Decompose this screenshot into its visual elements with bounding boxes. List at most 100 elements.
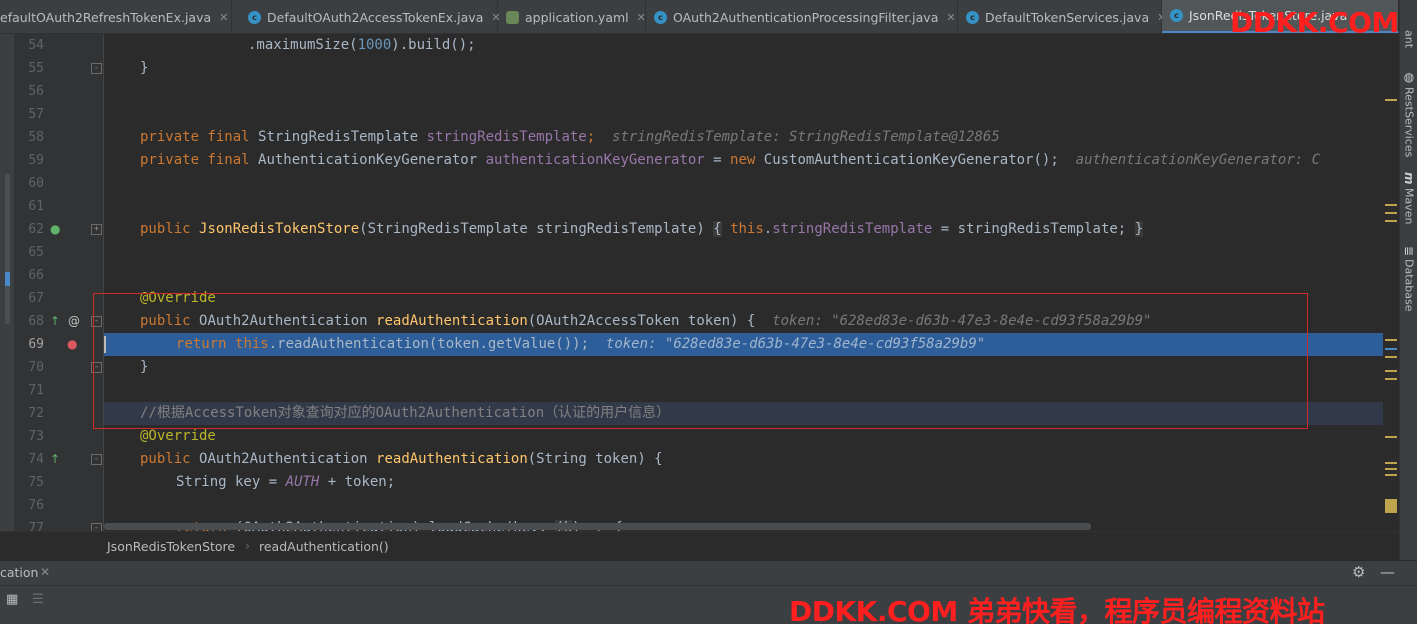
- fold-marker-icon[interactable]: -: [91, 63, 102, 74]
- tab-label: DefaultOAuth2AccessTokenEx.java: [267, 9, 484, 25]
- stripe-marker: [1385, 99, 1397, 101]
- left-strip-marker: [5, 272, 10, 286]
- tab-label: application.yaml: [525, 9, 629, 25]
- close-icon[interactable]: ✕: [219, 11, 228, 24]
- chevron-right-icon: ›: [245, 538, 250, 553]
- tool-window-maven[interactable]: m Maven: [1400, 172, 1417, 230]
- maven-icon: m: [1402, 172, 1416, 185]
- tab-default-oauth2-access-token-ex[interactable]: c DefaultOAuth2AccessTokenEx.java ✕: [240, 0, 501, 33]
- stripe-marker: [1385, 436, 1397, 438]
- line-number: 72: [28, 406, 44, 421]
- line-number: 61: [28, 199, 44, 214]
- yaml-icon: [506, 10, 519, 24]
- line-number: 60: [28, 176, 44, 191]
- folded-block-close: }: [1134, 221, 1144, 237]
- inline-debug-value: stringRedisTemplate: StringRedisTemplate…: [612, 129, 1000, 145]
- stripe-marker: [1385, 356, 1397, 358]
- fold-marker-icon[interactable]: -: [91, 454, 102, 465]
- breadcrumb: JsonRedisTokenStore › readAuthentication…: [0, 531, 1399, 560]
- line-number: 68: [28, 314, 44, 329]
- tab-label: efaultOAuth2RefreshTokenEx.java: [0, 9, 212, 25]
- tab-label: DefaultTokenServices.java: [985, 9, 1150, 25]
- stripe-marker: [1385, 204, 1397, 206]
- breadcrumb-item[interactable]: readAuthentication(): [259, 539, 389, 554]
- code-line: }: [140, 60, 149, 76]
- tool-window-database[interactable]: ≣ Database: [1400, 246, 1417, 318]
- line-number: 65: [28, 245, 44, 260]
- breadcrumb-item[interactable]: JsonRedisTokenStore: [107, 539, 235, 554]
- class-icon: c: [966, 10, 979, 24]
- close-icon[interactable]: ✕: [40, 565, 50, 579]
- left-strip-marker: [5, 174, 10, 324]
- line-number: 66: [28, 268, 44, 283]
- right-tool-strip: ant ◍ RestServices m Maven ≣ Database: [1399, 0, 1417, 560]
- highlight-box: [93, 293, 1308, 429]
- breakpoint-icon[interactable]: ●: [67, 336, 77, 352]
- annotation-at-icon[interactable]: @: [68, 313, 80, 329]
- line-number: 55: [28, 61, 44, 76]
- line-number: 73: [28, 429, 44, 444]
- line-number: 54: [28, 38, 44, 53]
- line-number: 71: [28, 383, 44, 398]
- line-number: 56: [28, 84, 44, 99]
- tab-default-oauth2-refresh-token-ex[interactable]: efaultOAuth2RefreshTokenEx.java ✕: [0, 0, 232, 33]
- left-tool-strip: [0, 34, 14, 531]
- tab-oauth2-authentication-processing-filter[interactable]: c OAuth2AuthenticationProcessingFilter.j…: [646, 0, 958, 33]
- tool-window-rest-services[interactable]: ◍ RestServices: [1400, 70, 1417, 158]
- panel-tab-title[interactable]: cation: [0, 565, 38, 580]
- code-line: public OAuth2Authentication readAuthenti…: [140, 451, 663, 467]
- code-line: String key = AUTH + token;: [176, 474, 396, 490]
- editor-tab-bar: efaultOAuth2RefreshTokenEx.java ✕ c Defa…: [0, 0, 1399, 34]
- close-icon[interactable]: ✕: [946, 11, 955, 24]
- line-number: 59: [28, 153, 44, 168]
- watermark-bottom: DDKK.COM 弟弟快看，程序员编程资料站: [789, 595, 1325, 624]
- stripe-marker: [1385, 370, 1397, 372]
- watermark-top: DDKK.COM: [1230, 6, 1399, 39]
- stripe-marker: [1385, 462, 1397, 464]
- stripe-marker: [1385, 378, 1397, 380]
- fold-marker-icon[interactable]: +: [91, 224, 102, 235]
- line-number: 62: [28, 222, 44, 237]
- code-line: .maximumSize(1000).build();: [248, 37, 476, 53]
- minimize-icon[interactable]: —: [1380, 563, 1395, 581]
- editor-gutter: 54 55 56 57 58 59 60 61 62 65 66 67 68 6…: [0, 34, 104, 536]
- code-editor[interactable]: .maximumSize(1000).build(); } private fi…: [104, 34, 1399, 531]
- close-icon[interactable]: ✕: [637, 11, 646, 24]
- tab-default-token-services[interactable]: c DefaultTokenServices.java ✕: [958, 0, 1166, 33]
- stripe-marker: [1385, 468, 1397, 470]
- class-icon: c: [248, 10, 261, 24]
- folded-block-open: {: [713, 221, 722, 237]
- code-line: private final StringRedisTemplate string…: [140, 129, 1000, 145]
- line-number: 75: [28, 475, 44, 490]
- code-line: public JsonRedisTokenStore(StringRedisTe…: [140, 221, 1144, 237]
- stripe-marker: [1385, 212, 1397, 214]
- code-line: private final AuthenticationKeyGenerator…: [140, 152, 1321, 168]
- stripe-marker: [1385, 220, 1397, 222]
- class-icon: c: [1170, 9, 1183, 22]
- error-stripe[interactable]: [1383, 34, 1399, 531]
- spring-bean-icon[interactable]: ●: [50, 221, 60, 237]
- tab-application-yaml[interactable]: application.yaml ✕: [498, 0, 646, 33]
- class-icon: c: [654, 10, 667, 24]
- override-method-icon[interactable]: ↑: [50, 313, 60, 329]
- line-number-current: 69: [28, 337, 44, 352]
- list-icon[interactable]: ☰: [32, 592, 44, 607]
- line-number: 58: [28, 130, 44, 145]
- layout-grid-icon[interactable]: ▦: [6, 592, 18, 607]
- stripe-marker: [1385, 474, 1397, 476]
- stripe-marker: [1385, 339, 1397, 341]
- line-number: 67: [28, 291, 44, 306]
- stripe-marker: [1385, 348, 1397, 350]
- divider: [0, 585, 1417, 586]
- inline-debug-value: authenticationKeyGenerator: C: [1075, 152, 1321, 168]
- stripe-marker: [1385, 499, 1397, 513]
- database-icon: ≣: [1402, 246, 1416, 257]
- gear-icon[interactable]: ⚙: [1352, 563, 1365, 581]
- globe-icon: ◍: [1402, 70, 1416, 84]
- tool-window-ant[interactable]: ant: [1400, 30, 1417, 52]
- override-method-icon[interactable]: ↑: [50, 451, 60, 467]
- line-number: 57: [28, 107, 44, 122]
- line-number: 70: [28, 360, 44, 375]
- horizontal-scrollbar[interactable]: [104, 523, 1091, 530]
- tab-label: OAuth2AuthenticationProcessingFilter.jav…: [673, 9, 939, 25]
